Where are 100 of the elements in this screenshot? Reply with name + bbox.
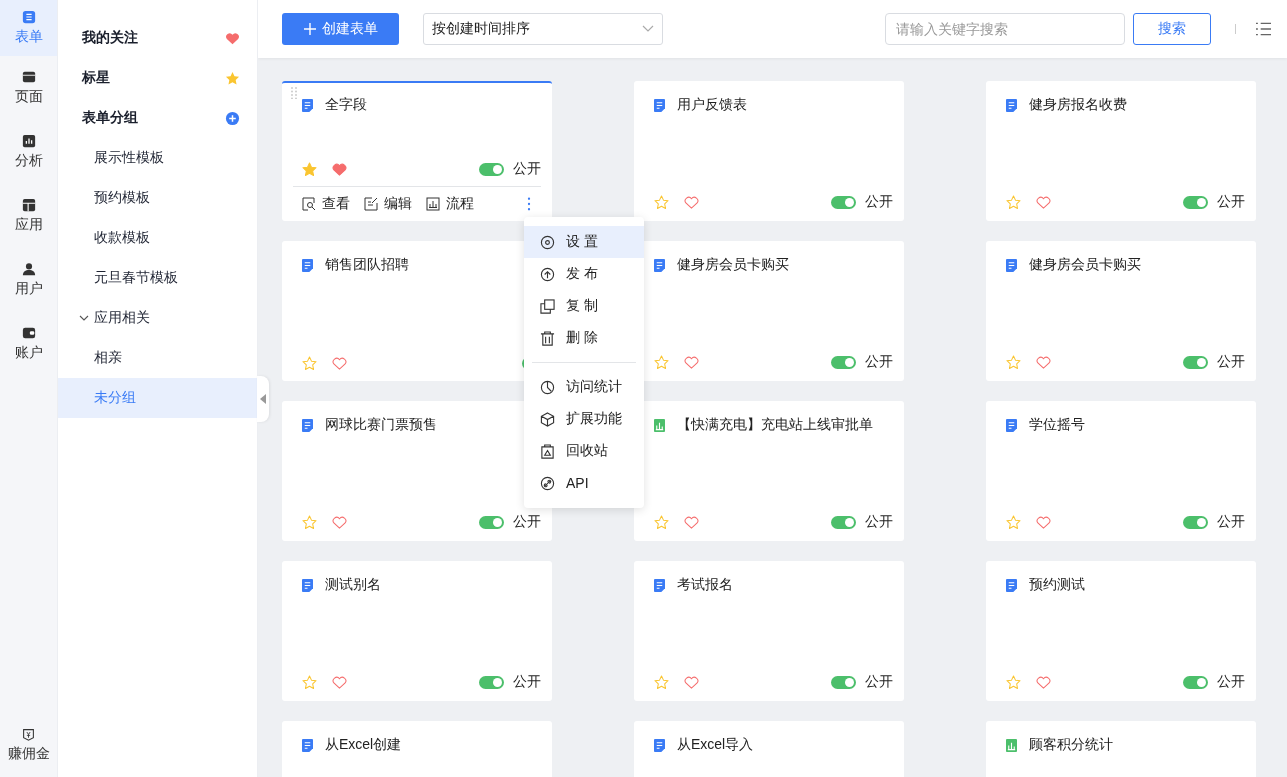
group-item[interactable]: 元旦春节模板: [58, 258, 257, 298]
form-card[interactable]: 预约测试 公开: [986, 561, 1256, 701]
rail-tab[interactable]: 分析: [0, 120, 57, 184]
public-label: 公开: [513, 673, 541, 691]
form-card[interactable]: 顾客积分统计: [986, 721, 1256, 777]
form-card[interactable]: 从Excel创建: [282, 721, 552, 777]
form-card[interactable]: 测试别名 公开: [282, 561, 552, 701]
heart-icon[interactable]: [332, 356, 347, 371]
list-icon[interactable]: [1256, 22, 1271, 36]
rail-tab[interactable]: 账户: [0, 312, 57, 376]
rail-tab[interactable]: 表单: [0, 0, 57, 56]
card-title: 学位摇号: [1029, 416, 1085, 434]
rail-tab[interactable]: 应用: [0, 184, 57, 248]
layout-icon: [21, 198, 36, 212]
caret-icon[interactable]: [79, 313, 89, 323]
group-item[interactable]: 收款模板: [58, 218, 257, 258]
upload-icon: [540, 266, 555, 282]
document-icon: [302, 738, 313, 752]
document-icon: [654, 578, 665, 592]
public-toggle[interactable]: [479, 675, 504, 689]
group-item[interactable]: 应用相关: [58, 298, 257, 338]
form-card[interactable]: 【快满充电】充电站上线审批单 公开: [634, 401, 904, 541]
heart-icon[interactable]: [332, 674, 347, 690]
card-title: 预约测试: [1029, 576, 1085, 594]
public-toggle[interactable]: [1183, 515, 1208, 529]
star-icon[interactable]: [1006, 674, 1021, 690]
trash-icon: [540, 330, 555, 346]
add-icon[interactable]: [225, 110, 240, 126]
heart-icon[interactable]: [332, 161, 347, 177]
flow-button[interactable]: 流程: [426, 195, 474, 213]
group-item[interactable]: 预约模板: [58, 178, 257, 218]
search-button[interactable]: 搜索: [1133, 13, 1211, 45]
window-icon: [21, 70, 36, 84]
public-toggle[interactable]: [831, 195, 856, 209]
heart-icon[interactable]: [1036, 514, 1051, 530]
form-card[interactable]: 从Excel导入: [634, 721, 904, 777]
rail-tab[interactable]: 用户: [0, 248, 57, 312]
group-item[interactable]: 展示性模板: [58, 138, 257, 178]
create-form-button[interactable]: 创建表单: [282, 13, 399, 45]
commission-tab[interactable]: 赚佣金: [0, 713, 57, 777]
public-label: 公开: [865, 193, 893, 211]
heart-icon[interactable]: [684, 194, 699, 210]
public-toggle[interactable]: [479, 515, 504, 529]
group-item[interactable]: 未分组: [58, 378, 257, 418]
public-label: 公开: [865, 673, 893, 691]
view-button[interactable]: 查看: [302, 195, 350, 213]
search-field[interactable]: 请输入关键字搜索: [885, 13, 1125, 45]
triangle-left-icon: [260, 394, 266, 404]
form-card[interactable]: 全字段 公开 查看 编辑 流程: [282, 81, 552, 221]
collapse-handle[interactable]: [257, 376, 269, 422]
menu-item[interactable]: 设 置: [524, 226, 644, 258]
star-icon[interactable]: [1006, 354, 1021, 370]
heart-icon[interactable]: [684, 514, 699, 530]
card-title: 网球比赛门票预售: [325, 416, 437, 434]
star-icon[interactable]: [302, 356, 317, 371]
more-icon[interactable]: [527, 197, 531, 211]
group-item[interactable]: 相亲: [58, 338, 257, 378]
card-title: 【快满充电】充电站上线审批单: [677, 416, 873, 434]
public-label: 公开: [513, 513, 541, 531]
heart-icon[interactable]: [1036, 194, 1051, 210]
public-toggle[interactable]: [831, 675, 856, 689]
star-icon[interactable]: [302, 161, 317, 177]
document-icon: [654, 258, 665, 272]
edit-button[interactable]: 编辑: [364, 195, 412, 213]
public-toggle[interactable]: [831, 355, 856, 369]
star-icon[interactable]: [1006, 194, 1021, 210]
settings-icon: [540, 234, 555, 250]
copy-icon: [540, 298, 555, 314]
heart-icon[interactable]: [1036, 674, 1051, 690]
form-card[interactable]: 学位摇号 公开: [986, 401, 1256, 541]
public-toggle[interactable]: [831, 515, 856, 529]
star-icon[interactable]: [654, 514, 669, 530]
public-toggle[interactable]: [479, 162, 504, 176]
heart-icon[interactable]: [684, 354, 699, 370]
document-icon: [654, 738, 665, 752]
star-icon[interactable]: [654, 674, 669, 690]
star-icon[interactable]: [302, 514, 317, 530]
star-icon[interactable]: [302, 674, 317, 690]
star-icon[interactable]: [1006, 514, 1021, 530]
sort-dropdown[interactable]: 按创建时间排序: [423, 13, 663, 45]
heart-icon[interactable]: [1036, 354, 1051, 370]
star-icon[interactable]: [654, 194, 669, 210]
form-card[interactable]: 考试报名 公开: [634, 561, 904, 701]
sidebar-section[interactable]: 我的关注: [58, 18, 257, 58]
heart-icon[interactable]: [684, 674, 699, 690]
document-icon: [302, 258, 313, 272]
public-label: 公开: [1217, 193, 1245, 211]
rail-tab[interactable]: 页面: [0, 56, 57, 120]
heart-icon[interactable]: [332, 514, 347, 530]
form-card[interactable]: 用户反馈表 公开: [634, 81, 904, 221]
star-icon[interactable]: [654, 354, 669, 370]
form-card[interactable]: 网球比赛门票预售 公开: [282, 401, 552, 541]
form-card[interactable]: 健身房会员卡购买 公开: [986, 241, 1256, 381]
sidebar-section[interactable]: 表单分组: [58, 98, 257, 138]
form-card[interactable]: 健身房报名收费 公开: [986, 81, 1256, 221]
sidebar-section[interactable]: 标星: [58, 58, 257, 98]
public-toggle[interactable]: [1183, 675, 1208, 689]
drag-handle-icon[interactable]: [291, 87, 297, 99]
public-toggle[interactable]: [1183, 355, 1208, 369]
public-toggle[interactable]: [1183, 195, 1208, 209]
